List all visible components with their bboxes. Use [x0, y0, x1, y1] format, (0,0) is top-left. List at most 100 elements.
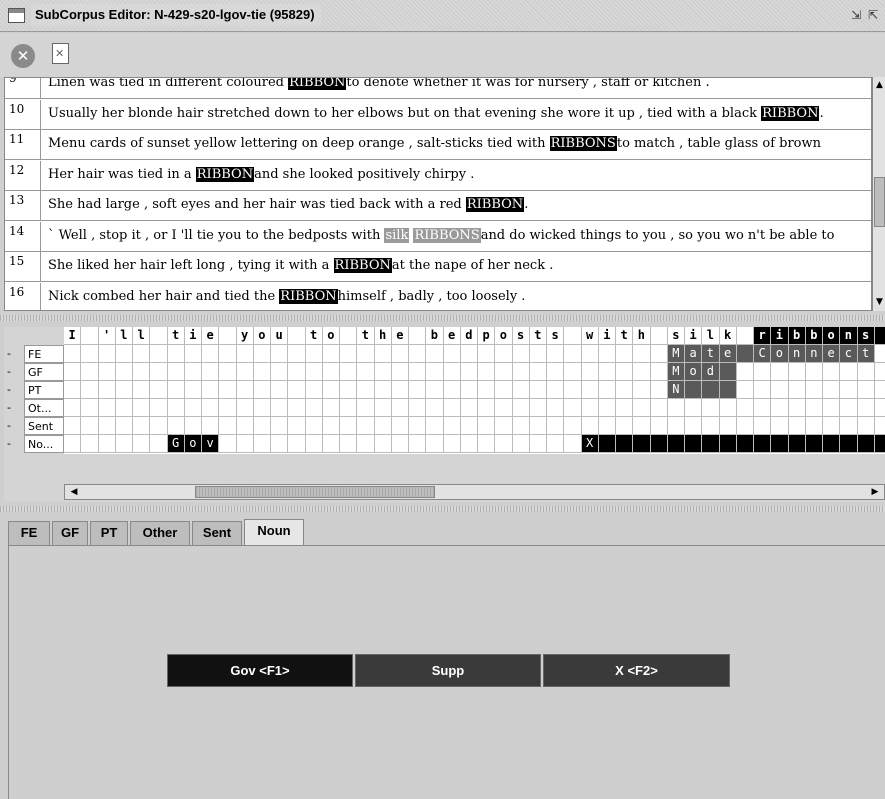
target-word[interactable]: RIBBON: [279, 288, 338, 304]
annotation-cell[interactable]: [374, 417, 392, 435]
token-char-cell[interactable]: h: [374, 327, 392, 345]
annotation-cell[interactable]: [184, 363, 202, 381]
annotation-cell[interactable]: n: [788, 345, 806, 363]
horizontal-scrollbar[interactable]: ◀ ▶: [64, 484, 885, 500]
close-circle-icon[interactable]: ✕: [11, 44, 35, 68]
token-char-cell[interactable]: t: [305, 327, 323, 345]
token-char-cell[interactable]: i: [598, 327, 616, 345]
annotation-cell[interactable]: [202, 399, 220, 417]
annotation-cell[interactable]: [443, 381, 461, 399]
target-word[interactable]: RIBBONS: [413, 227, 481, 243]
annotation-cell[interactable]: [547, 435, 565, 453]
annotation-cell[interactable]: [305, 363, 323, 381]
annotation-cell[interactable]: [288, 381, 306, 399]
collapse-icon[interactable]: -: [7, 435, 11, 452]
tab-pt[interactable]: PT: [90, 521, 128, 545]
token-char-cell[interactable]: t: [616, 327, 634, 345]
annotation-cell[interactable]: [202, 345, 220, 363]
annotation-cell[interactable]: [219, 381, 237, 399]
annotation-cell[interactable]: [98, 417, 116, 435]
annotation-cell[interactable]: [754, 435, 772, 453]
annotation-cell[interactable]: [512, 363, 530, 381]
annotation-cell[interactable]: [219, 399, 237, 417]
token-char-cell[interactable]: h: [633, 327, 651, 345]
annotation-cell[interactable]: [616, 381, 634, 399]
annotation-cell[interactable]: [702, 435, 720, 453]
token-char-cell[interactable]: e: [202, 327, 220, 345]
annotation-cell[interactable]: [633, 363, 651, 381]
annotation-cell[interactable]: [495, 381, 513, 399]
annotation-cell[interactable]: [357, 345, 375, 363]
annotation-cell[interactable]: [564, 399, 582, 417]
annotation-cell[interactable]: [150, 363, 168, 381]
annotation-cell[interactable]: [98, 399, 116, 417]
annotation-cell[interactable]: [202, 363, 220, 381]
annotation-cell[interactable]: [857, 435, 875, 453]
annotation-cell[interactable]: [633, 399, 651, 417]
annotation-cell[interactable]: G: [167, 435, 185, 453]
sentence-row[interactable]: 12 Her hair was tied in a RIBBONand she l…: [5, 160, 871, 191]
annotation-cell[interactable]: [478, 435, 496, 453]
annotation-cell[interactable]: [719, 363, 737, 381]
sentence-row[interactable]: 9 Linen was tied in different coloured RI…: [5, 78, 871, 99]
annotation-cell[interactable]: [150, 345, 168, 363]
annotation-cell[interactable]: [202, 381, 220, 399]
annotation-cell[interactable]: [857, 363, 875, 381]
annotation-cell[interactable]: d: [702, 363, 720, 381]
annotation-cell[interactable]: [133, 345, 151, 363]
annotation-cell[interactable]: [374, 381, 392, 399]
annotation-cell[interactable]: [495, 417, 513, 435]
annotation-cell[interactable]: [184, 381, 202, 399]
annotation-cell[interactable]: [133, 363, 151, 381]
annotation-cell[interactable]: [529, 417, 547, 435]
annotation-cell[interactable]: [874, 345, 885, 363]
token-char-cell[interactable]: k: [719, 327, 737, 345]
annotation-cell[interactable]: [495, 363, 513, 381]
annotation-cell[interactable]: [633, 381, 651, 399]
annotation-cell[interactable]: [460, 345, 478, 363]
annotation-cell[interactable]: [357, 435, 375, 453]
annotation-cell[interactable]: [512, 435, 530, 453]
annotation-cell[interactable]: [754, 363, 772, 381]
annotation-cell[interactable]: [443, 435, 461, 453]
token-char-cell[interactable]: [564, 327, 582, 345]
annotation-cell[interactable]: [874, 381, 885, 399]
annotation-cell[interactable]: [512, 381, 530, 399]
annotation-cell[interactable]: [874, 435, 885, 453]
collapse-icon[interactable]: -: [7, 363, 11, 380]
annotation-cell[interactable]: [874, 417, 885, 435]
annotation-cell[interactable]: [391, 417, 409, 435]
annotation-cell[interactable]: [253, 381, 271, 399]
annotation-cell[interactable]: [719, 435, 737, 453]
annotation-cell[interactable]: [64, 435, 82, 453]
annotation-cell[interactable]: [547, 345, 565, 363]
annotation-cell[interactable]: [771, 399, 789, 417]
annotation-cell[interactable]: [616, 363, 634, 381]
annotation-cell[interactable]: X: [581, 435, 599, 453]
annotation-cell[interactable]: [788, 435, 806, 453]
annotation-cell[interactable]: [236, 363, 254, 381]
token-char-cell[interactable]: t: [529, 327, 547, 345]
annotation-cell[interactable]: [478, 363, 496, 381]
annotation-cell[interactable]: [581, 399, 599, 417]
annotation-cell[interactable]: [805, 363, 823, 381]
annotation-cell[interactable]: [288, 417, 306, 435]
annotation-cell[interactable]: [409, 381, 427, 399]
target-word[interactable]: RIBBON: [333, 258, 392, 273]
token-char-cell[interactable]: o: [823, 327, 841, 345]
annotation-cell[interactable]: [719, 399, 737, 417]
annotation-cell[interactable]: [409, 345, 427, 363]
annotation-cell[interactable]: [184, 399, 202, 417]
annotation-cell[interactable]: [236, 381, 254, 399]
annotation-cell[interactable]: [529, 381, 547, 399]
annotation-cell[interactable]: [719, 381, 737, 399]
annotation-cell[interactable]: [874, 363, 885, 381]
annotation-cell[interactable]: [702, 381, 720, 399]
annotation-cell[interactable]: [305, 417, 323, 435]
annotation-cell[interactable]: [771, 417, 789, 435]
annotation-cell[interactable]: [547, 363, 565, 381]
annotation-cell[interactable]: [633, 345, 651, 363]
annotation-cell[interactable]: [253, 417, 271, 435]
annotation-cell[interactable]: [288, 345, 306, 363]
annotation-cell[interactable]: [133, 435, 151, 453]
